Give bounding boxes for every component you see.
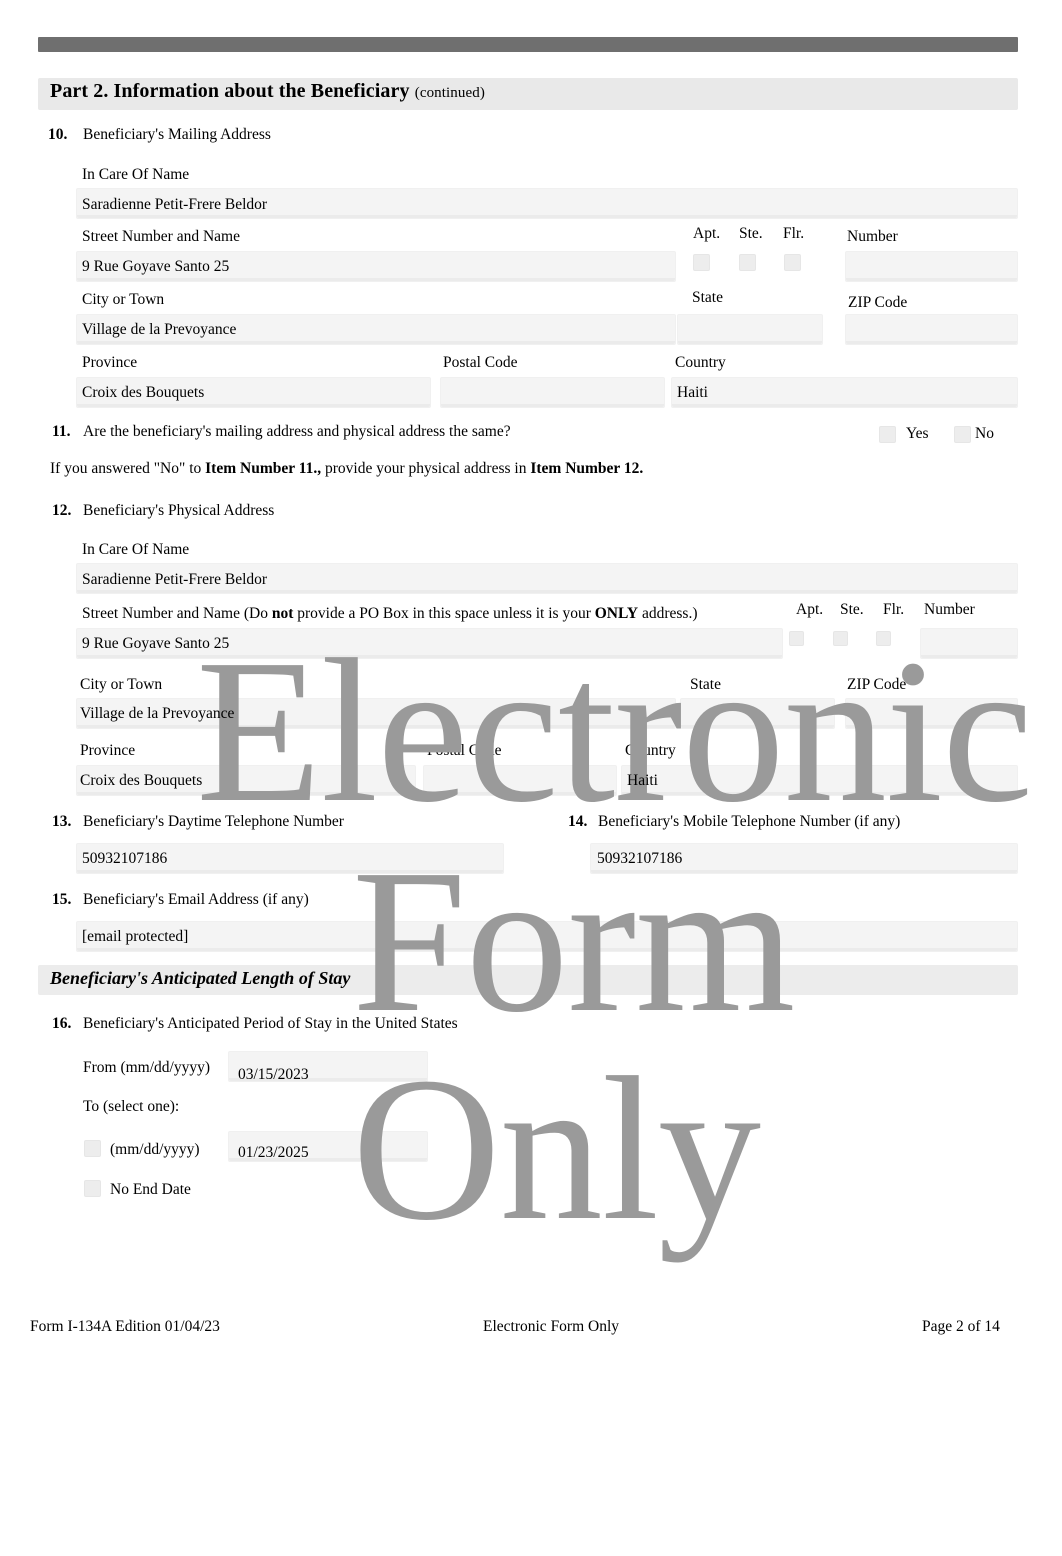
item-12-street-label-pre: Street Number and Name (Do <box>82 605 272 622</box>
item-15-input[interactable] <box>76 921 1018 952</box>
item-12-street-label: Street Number and Name (Do not provide a… <box>82 605 698 623</box>
item-15-value: [email protected] <box>82 928 189 945</box>
item-10-postal-input[interactable] <box>440 377 665 408</box>
item-12-street-value: 9 Rue Goyave Santo 25 <box>82 635 230 652</box>
item-12-zip-input[interactable] <box>845 698 1018 729</box>
item-10-zip-input[interactable] <box>845 314 1018 345</box>
item-12-in-care-of-value: Saradienne Petit-Frere Beldor <box>82 571 268 588</box>
stay-section-title: Beneficiary's Anticipated Length of Stay <box>50 968 351 988</box>
item-10-apt-label: Apt. <box>693 225 721 242</box>
item-11-note-bold2: Item Number 12. <box>530 460 644 477</box>
item-13-value: 50932107186 <box>82 850 168 867</box>
item-10-city-value: Village de la Prevoyance <box>82 321 237 338</box>
item-10-ste-checkbox[interactable] <box>739 254 756 271</box>
item-10-country-label: Country <box>675 354 726 371</box>
item-11-yes-label: Yes <box>906 425 929 442</box>
item-12-province-label: Province <box>80 742 136 759</box>
item-10-city-label: City or Town <box>82 291 165 308</box>
item-10-state-label: State <box>692 289 723 306</box>
item-16-to-date-label: (mm/dd/yyyy) <box>110 1141 200 1158</box>
item-12-ste-label: Ste. <box>840 601 864 618</box>
item-12-in-care-of-label: In Care Of Name <box>82 541 190 558</box>
item-12-ste-checkbox[interactable] <box>833 631 848 646</box>
item-12-street-label-post: address.) <box>638 605 698 622</box>
item-12-state-input[interactable] <box>680 698 835 729</box>
item-12-city-label: City or Town <box>80 676 163 693</box>
item-16-to-date-value: 01/23/2025 <box>238 1144 309 1161</box>
item-10-number-input[interactable] <box>845 251 1018 282</box>
item-12-flr-label: Flr. <box>883 601 905 618</box>
item-11-yes-checkbox[interactable] <box>879 426 896 443</box>
item-13-number: 13. <box>52 813 72 830</box>
top-rule <box>38 37 1018 52</box>
item-16-number: 16. <box>52 1015 72 1032</box>
item-12-postal-input[interactable] <box>423 765 617 796</box>
item-10-number: 10. <box>48 126 68 143</box>
item-10-street-value: 9 Rue Goyave Santo 25 <box>82 258 230 275</box>
item-12-country-value: Haiti <box>627 772 658 789</box>
item-13-label: Beneficiary's Daytime Telephone Number <box>83 813 344 830</box>
item-10-state-input[interactable] <box>677 314 823 345</box>
item-10-number-label: Number <box>847 228 898 245</box>
item-11-number: 11. <box>52 423 71 440</box>
item-10-country-value: Haiti <box>677 384 708 401</box>
item-12-number-input[interactable] <box>920 628 1018 659</box>
item-16-from-value: 03/15/2023 <box>238 1066 309 1083</box>
item-11-note: If you answered "No" to Item Number 11.,… <box>50 460 643 478</box>
item-16-to-date-checkbox[interactable] <box>84 1140 101 1157</box>
item-12-street-label-not: not <box>271 605 294 622</box>
item-10-flr-label: Flr. <box>783 225 805 242</box>
item-10-zip-label: ZIP Code <box>848 294 908 311</box>
item-16-no-end-date-label: No End Date <box>110 1181 191 1198</box>
item-12-number-label: Number <box>924 601 975 618</box>
item-12-state-label: State <box>690 676 721 693</box>
item-10-street-label: Street Number and Name <box>82 228 240 245</box>
item-12-apt-checkbox[interactable] <box>789 631 804 646</box>
item-15-label: Beneficiary's Email Address (if any) <box>83 891 309 908</box>
form-page: Part 2. Information about the Beneficiar… <box>0 0 1062 1556</box>
item-12-number: 12. <box>52 502 72 519</box>
item-10-in-care-of-label: In Care Of Name <box>82 166 190 183</box>
item-12-zip-label: ZIP Code <box>847 676 907 693</box>
item-12-flr-checkbox[interactable] <box>876 631 891 646</box>
part-title-continued: (continued) <box>414 85 485 101</box>
item-10-province-value: Croix des Bouquets <box>82 384 205 401</box>
footer-form-edition: Form I-134A Edition 01/04/23 <box>30 1318 220 1335</box>
item-11-question: Are the beneficiary's mailing address an… <box>83 423 511 440</box>
item-14-number: 14. <box>568 813 588 830</box>
item-11-no-checkbox[interactable] <box>954 426 971 443</box>
item-11-note-part1: If you answered "No" to <box>50 460 206 477</box>
item-12-street-label-mid: provide a PO Box in this space unless it… <box>293 605 595 622</box>
part-title-text: Part 2. Information about the Beneficiar… <box>50 80 410 102</box>
item-16-title: Beneficiary's Anticipated Period of Stay… <box>83 1015 458 1032</box>
item-16-no-end-date-checkbox[interactable] <box>84 1180 101 1197</box>
item-11-note-part2: provide your physical address in <box>321 460 531 477</box>
item-10-title: Beneficiary's Mailing Address <box>83 126 271 143</box>
item-10-apt-checkbox[interactable] <box>693 254 710 271</box>
item-10-in-care-of-value: Saradienne Petit-Frere Beldor <box>82 196 268 213</box>
item-15-number: 15. <box>52 891 72 908</box>
item-10-flr-checkbox[interactable] <box>784 254 801 271</box>
item-10-postal-label: Postal Code <box>443 354 518 371</box>
item-11-no-label: No <box>975 425 994 442</box>
item-16-to-label: To (select one): <box>83 1098 180 1115</box>
item-12-city-value: Village de la Prevoyance <box>80 705 235 722</box>
item-10-country-input[interactable] <box>671 377 1018 408</box>
item-14-value: 50932107186 <box>597 850 683 867</box>
part-title: Part 2. Information about the Beneficiar… <box>50 80 485 103</box>
item-16-from-label: From (mm/dd/yyyy) <box>83 1059 211 1076</box>
item-12-street-label-only: ONLY <box>594 605 639 622</box>
footer-page-number: Page 2 of 14 <box>922 1318 1000 1335</box>
item-10-province-label: Province <box>82 354 138 371</box>
item-12-title: Beneficiary's Physical Address <box>83 502 275 519</box>
item-11-note-bold1: Item Number 11., <box>205 460 322 477</box>
item-12-country-label: Country <box>625 742 676 759</box>
item-12-province-value: Croix des Bouquets <box>80 772 203 789</box>
item-14-label: Beneficiary's Mobile Telephone Number (i… <box>598 813 901 830</box>
item-12-postal-label: Postal Code <box>427 742 502 759</box>
item-12-apt-label: Apt. <box>796 601 824 618</box>
footer-center-text: Electronic Form Only <box>483 1318 620 1335</box>
item-10-ste-label: Ste. <box>739 225 763 242</box>
item-12-country-input[interactable] <box>621 765 1018 796</box>
